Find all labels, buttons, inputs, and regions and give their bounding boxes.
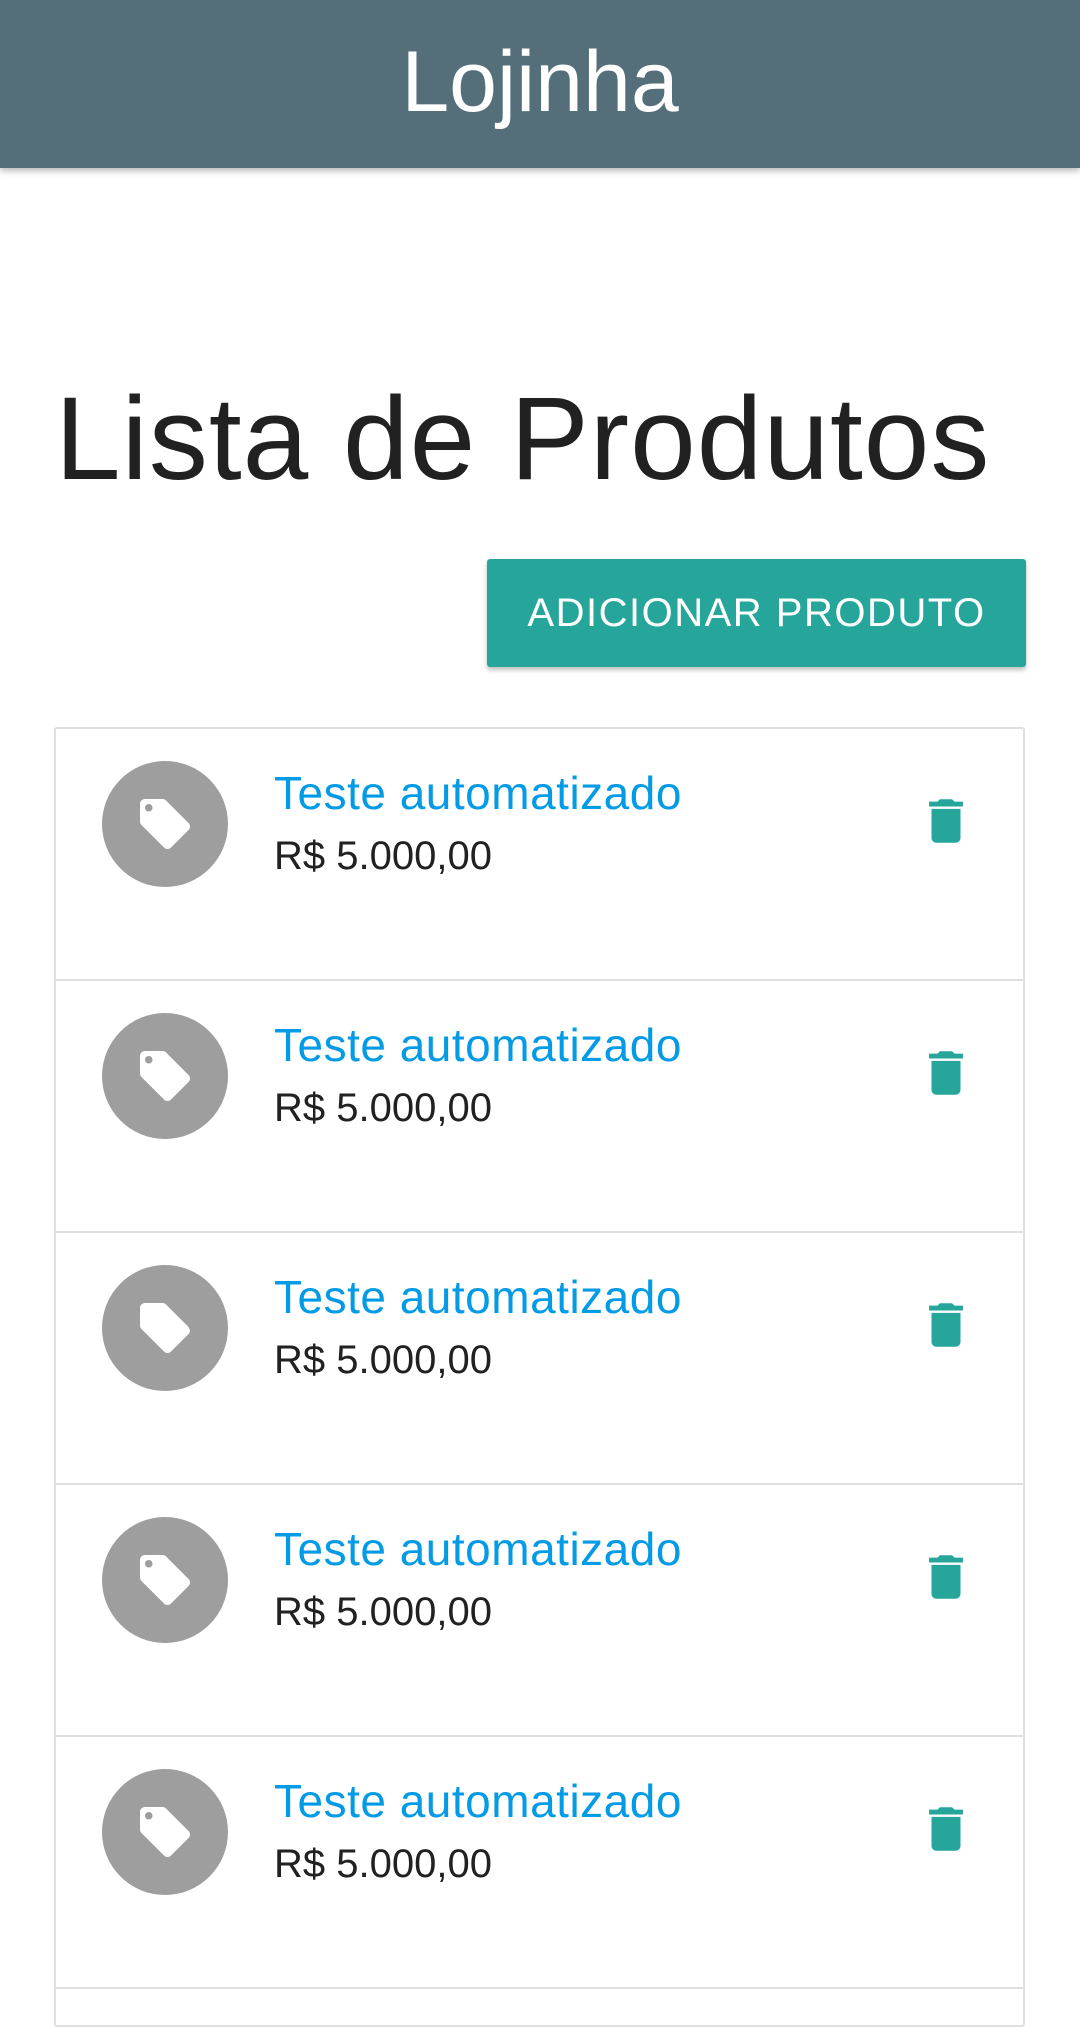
product-price: R$ 5.000,00 bbox=[274, 1086, 492, 1130]
product-list-item[interactable]: Teste automatizado R$ 5.000,00 bbox=[56, 729, 1023, 981]
tag-icon bbox=[102, 1769, 228, 1895]
product-name[interactable]: Teste automatizado bbox=[274, 1019, 682, 1072]
delete-icon[interactable] bbox=[906, 1789, 986, 1869]
product-list-item[interactable]: Teste automatizado R$ 5.000,00 bbox=[56, 1233, 1023, 1485]
product-price: R$ 5.000,00 bbox=[274, 1842, 492, 1886]
delete-icon[interactable] bbox=[906, 1285, 986, 1365]
product-list: Teste automatizado R$ 5.000,00 Teste aut… bbox=[54, 727, 1025, 2027]
page-title: Lista de Produtos bbox=[55, 373, 991, 505]
tag-icon bbox=[102, 1265, 228, 1391]
tag-icon bbox=[102, 1517, 228, 1643]
delete-icon[interactable] bbox=[906, 1537, 986, 1617]
product-name[interactable]: Teste automatizado bbox=[274, 1523, 682, 1576]
add-product-button[interactable]: ADICIONAR PRODUTO bbox=[487, 559, 1026, 667]
delete-icon[interactable] bbox=[906, 781, 986, 861]
product-name[interactable]: Teste automatizado bbox=[274, 1775, 682, 1828]
product-price: R$ 5.000,00 bbox=[274, 834, 492, 878]
product-list-item[interactable]: Teste automatizado R$ 5.000,00 bbox=[56, 981, 1023, 1233]
product-name[interactable]: Teste automatizado bbox=[274, 1271, 682, 1324]
product-price: R$ 5.000,00 bbox=[274, 1338, 492, 1382]
app-title: Lojinha bbox=[401, 34, 679, 130]
delete-icon[interactable] bbox=[906, 1033, 986, 1113]
product-list-item[interactable]: Teste automatizado R$ 5.000,00 bbox=[56, 1485, 1023, 1737]
product-price: R$ 5.000,00 bbox=[274, 1590, 492, 1634]
product-list-item[interactable]: Teste automatizado R$ 5.000,00 bbox=[56, 1737, 1023, 1989]
app-bar: Lojinha bbox=[0, 0, 1080, 168]
tag-icon bbox=[102, 1013, 228, 1139]
tag-icon bbox=[102, 761, 228, 887]
product-name[interactable]: Teste automatizado bbox=[274, 767, 682, 820]
